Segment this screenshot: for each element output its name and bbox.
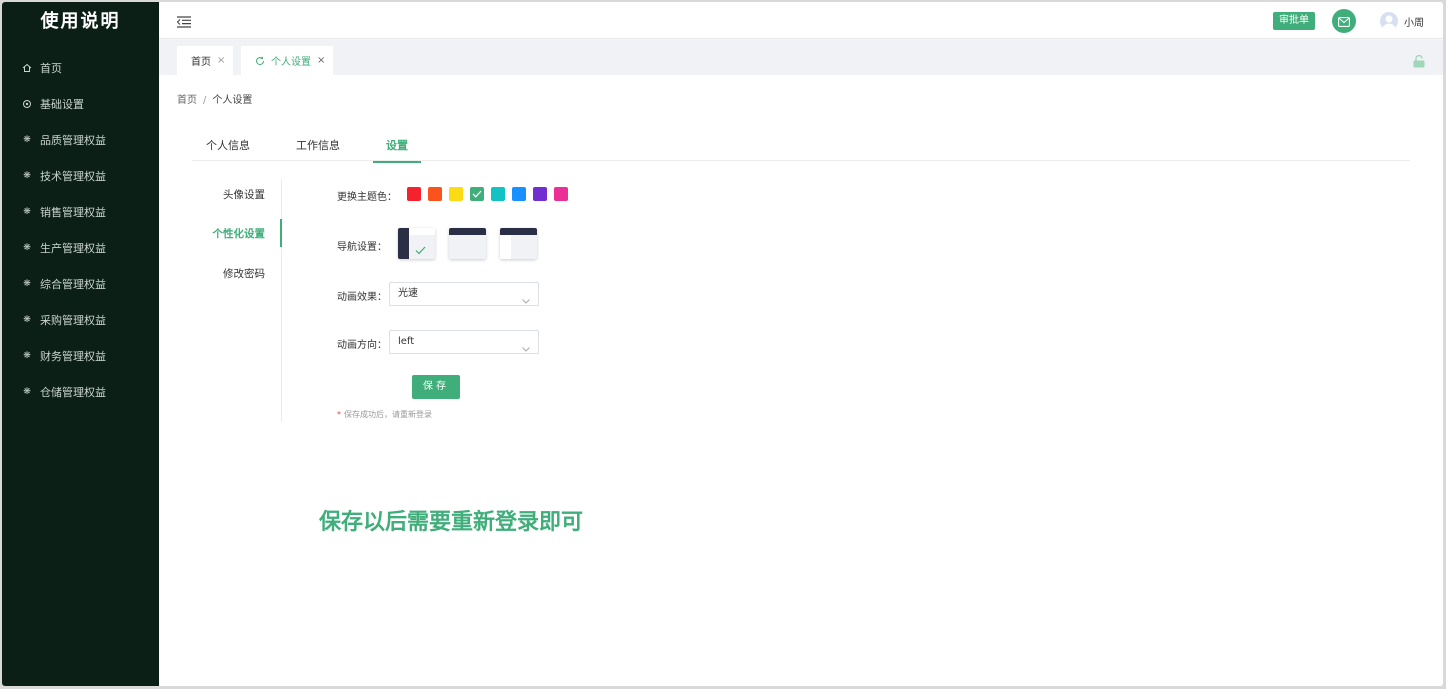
sidebar-item-home[interactable]: 首页 <box>2 50 159 86</box>
nav-option-topbar[interactable] <box>449 228 486 259</box>
lock-icon[interactable] <box>1413 53 1425 68</box>
save-note-text: 保存成功后，请重新登录 <box>344 410 432 419</box>
sidebar-item-label: 基础设置 <box>40 98 84 111</box>
mail-button[interactable] <box>1332 9 1356 33</box>
anim-direction-value: left <box>398 336 415 347</box>
theme-swatch[interactable] <box>554 187 568 201</box>
theme-color-label: 更换主题色： <box>337 192 397 203</box>
settings-side-menu: 头像设置 个性化设置 修改密码 <box>192 179 282 422</box>
tab-settings[interactable]: 设置 <box>373 137 421 163</box>
settings-icon <box>22 99 32 109</box>
theme-swatch[interactable] <box>491 187 505 201</box>
check-icon <box>472 190 482 198</box>
anim-effect-value: 光速 <box>398 288 418 299</box>
sidebar-item-general[interactable]: ❋ 综合管理权益 <box>2 266 159 302</box>
tab-label: 首页 <box>191 57 211 68</box>
avatar[interactable] <box>1380 12 1398 30</box>
menu-collapse-icon[interactable] <box>176 13 191 28</box>
gear-icon: ❋ <box>23 135 31 145</box>
theme-swatch[interactable] <box>470 187 484 201</box>
theme-swatch[interactable] <box>428 187 442 201</box>
nav-option-sidebar[interactable] <box>398 228 435 259</box>
gear-icon: ❋ <box>23 243 31 253</box>
sidebar-item-label: 首页 <box>40 62 62 75</box>
sidebar-item-tech[interactable]: ❋ 技术管理权益 <box>2 158 159 194</box>
active-indicator <box>280 219 282 247</box>
anim-effect-select[interactable]: 光速 <box>389 282 539 306</box>
sidebar-item-finance[interactable]: ❋ 财务管理权益 <box>2 338 159 374</box>
theme-swatch[interactable] <box>407 187 421 201</box>
menu-personalization[interactable]: 个性化设置 <box>213 226 266 241</box>
username[interactable]: 小周 <box>1404 14 1424 29</box>
sidebar-item-label: 技术管理权益 <box>40 170 106 183</box>
sidebar-item-basic-settings[interactable]: 基础设置 <box>2 86 159 122</box>
save-button[interactable]: 保存 <box>412 375 460 399</box>
theme-swatch[interactable] <box>533 187 547 201</box>
gear-icon: ❋ <box>23 279 31 289</box>
theme-swatch[interactable] <box>449 187 463 201</box>
nav-option-mixed[interactable] <box>500 228 537 259</box>
top-header: 审批单 小周 <box>159 2 1443 39</box>
tab-label: 个人设置 <box>271 57 311 68</box>
nav-settings-label: 导航设置： <box>337 242 387 253</box>
anim-direction-select[interactable]: left <box>389 330 539 354</box>
sidebar-item-label: 生产管理权益 <box>40 242 106 255</box>
breadcrumb-home[interactable]: 首页 <box>177 95 197 106</box>
anim-direction-label: 动画方向： <box>337 340 387 351</box>
anim-effect-label: 动画效果： <box>337 292 387 303</box>
tab-personal-settings[interactable]: 个人设置 × <box>241 46 334 75</box>
chevron-down-icon <box>522 339 530 352</box>
chevron-down-icon <box>522 291 530 304</box>
check-icon <box>415 240 426 259</box>
gear-icon: ❋ <box>23 387 31 397</box>
gear-icon: ❋ <box>23 171 31 181</box>
sidebar-item-warehouse[interactable]: ❋ 仓储管理权益 <box>2 374 159 410</box>
sidebar-item-label: 财务管理权益 <box>40 350 106 363</box>
sidebar-item-label: 仓储管理权益 <box>40 386 106 399</box>
breadcrumb-current: 个人设置 <box>212 95 253 106</box>
required-star: * <box>337 410 341 419</box>
close-icon[interactable]: × <box>317 55 325 66</box>
tab-personal-info[interactable]: 个人信息 <box>206 137 250 161</box>
main-content: 首页 / 个人设置 个人信息 工作信息 设置 头像设置 个性化设置 修改密码 更换主… <box>159 75 1443 686</box>
app-window: 使用说明 首页 基础设置 ❋ 品质管理权益 ❋ 技术管理权益 ❋ 销售管理权益 … <box>2 2 1443 686</box>
sidebar-item-sales[interactable]: ❋ 销售管理权益 <box>2 194 159 230</box>
page-tabs-bar: 首页 × 个人设置 × <box>159 40 1443 75</box>
menu-change-password[interactable]: 修改密码 <box>223 266 265 281</box>
sidebar-item-label: 销售管理权益 <box>40 206 106 219</box>
gear-icon: ❋ <box>23 207 31 217</box>
theme-swatch[interactable] <box>512 187 526 201</box>
sidebar-item-production[interactable]: ❋ 生产管理权益 <box>2 230 159 266</box>
close-icon[interactable]: × <box>217 55 225 66</box>
menu-avatar-settings[interactable]: 头像设置 <box>223 187 265 202</box>
gear-icon: ❋ <box>23 351 31 361</box>
sidebar: 使用说明 首页 基础设置 ❋ 品质管理权益 ❋ 技术管理权益 ❋ 销售管理权益 … <box>2 2 159 686</box>
save-note: * 保存成功后，请重新登录 <box>337 409 432 420</box>
sidebar-item-quality[interactable]: ❋ 品质管理权益 <box>2 122 159 158</box>
tab-work-info[interactable]: 工作信息 <box>296 137 340 161</box>
tab-home[interactable]: 首页 × <box>177 46 234 75</box>
instruction-caption: 保存以后需要重新登录即可 <box>319 510 584 535</box>
refresh-icon <box>255 56 265 66</box>
sidebar-item-label: 品质管理权益 <box>40 134 106 147</box>
approve-button[interactable]: 审批单 <box>1273 12 1315 30</box>
profile-tabs: 个人信息 工作信息 设置 <box>192 129 1410 163</box>
sidebar-item-purchase[interactable]: ❋ 采购管理权益 <box>2 302 159 338</box>
breadcrumb: 首页 / 个人设置 <box>177 91 252 106</box>
breadcrumb-separator: / <box>203 95 207 106</box>
sidebar-item-label: 采购管理权益 <box>40 314 106 327</box>
sidebar-item-label: 综合管理权益 <box>40 278 106 291</box>
gear-icon: ❋ <box>23 315 31 325</box>
mail-icon <box>1338 12 1350 31</box>
app-title: 使用说明 <box>40 11 121 32</box>
home-icon <box>22 63 32 73</box>
